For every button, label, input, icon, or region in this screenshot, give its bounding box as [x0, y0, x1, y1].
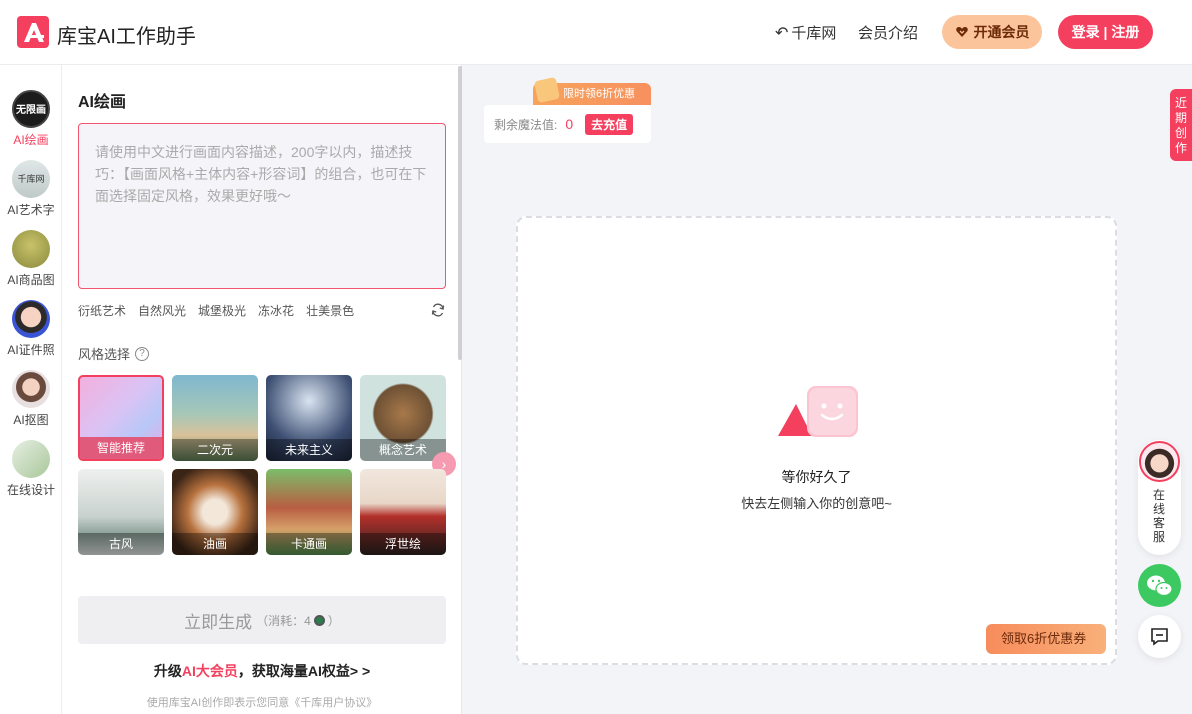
logo-icon[interactable] — [17, 16, 49, 48]
upgrade-post: ，获取海量AI权益> > — [237, 663, 371, 679]
upgrade-link[interactable]: 升级AI大会员，获取海量AI权益> > — [78, 661, 446, 681]
service-avatar — [1139, 441, 1180, 482]
prompt-tag[interactable]: 城堡极光 — [198, 302, 246, 319]
prompt-tag-list: 衍纸艺术 自然风光 城堡极光 冻冰花 壮美景色 — [78, 302, 354, 319]
prompt-tag[interactable]: 壮美景色 — [306, 302, 354, 319]
panel-scrollbar[interactable] — [458, 66, 462, 360]
generate-cost: （消耗：4 ） — [256, 612, 340, 629]
style-card-label: 油画 — [172, 533, 258, 555]
nav-qianku-link[interactable]: ↶ 千库网 — [775, 22, 836, 43]
app-title: 库宝AI工作助手 — [57, 26, 196, 48]
style-card-label: 二次元 — [172, 439, 258, 461]
nav-member-link[interactable]: 会员介绍 — [858, 22, 918, 43]
style-card-label: 古风 — [78, 533, 164, 555]
refresh-icon[interactable] — [430, 302, 446, 318]
style-card-label: 浮世绘 — [360, 533, 446, 555]
prompt-tag[interactable]: 冻冰花 — [258, 302, 294, 319]
ai-cutout-thumb — [12, 370, 50, 408]
coupon-button[interactable]: 领取6折优惠券 — [986, 624, 1106, 654]
cost-text: （消耗：4 — [256, 613, 311, 628]
ai-art-text-thumb: 千库网 — [12, 160, 50, 198]
sidebar-item-label: AI商品图 — [7, 273, 55, 287]
magic-value: 0 — [565, 116, 574, 132]
style-card-smart[interactable]: 智能推荐 — [78, 375, 164, 461]
agreement-text[interactable]: 使用库宝AI创作即表示您同意《千库用户协议》 — [78, 694, 446, 710]
wechat-icon[interactable] — [1138, 564, 1181, 607]
style-card-cartoon[interactable]: 卡通画 — [266, 469, 352, 555]
sidebar-item-ai-id-photo[interactable]: AI证件照 — [0, 300, 62, 358]
sidebar-item-ai-painting[interactable]: 无限画 AI绘画 — [0, 90, 62, 148]
style-card-oil-painting[interactable]: 油画 — [172, 469, 258, 555]
prompt-textarea[interactable]: 请使用中文进行画面内容描述，200字以内，描述技巧：【画面风格+主体内容+形容词… — [78, 123, 446, 289]
style-card-futurism[interactable]: 未来主义 — [266, 375, 352, 461]
ai-art-text-badge: 千库网 — [17, 174, 45, 184]
sidebar-item-ai-art-text[interactable]: 千库网 AI艺术字 — [0, 160, 62, 218]
style-card-ancient[interactable]: 古风 — [78, 469, 164, 555]
sidebar-item-ai-cutout[interactable]: AI抠图 — [0, 370, 62, 428]
style-card-label: 智能推荐 — [80, 437, 162, 459]
style-card-anime[interactable]: 二次元 — [172, 375, 258, 461]
upgrade-pre: 升级 — [153, 663, 182, 679]
ai-id-photo-thumb — [12, 300, 50, 338]
ai-painting-thumb: 无限画 — [12, 90, 50, 128]
panel-title: AI绘画 — [78, 94, 127, 111]
service-text: 在线客服 — [1152, 488, 1165, 544]
sidebar-item-label: AI绘画 — [13, 133, 49, 147]
empty-state-subtitle: 快去左侧输入你的创意吧~ — [741, 496, 892, 511]
feedback-chat-icon[interactable] — [1138, 615, 1181, 658]
top-header: 库宝AI工作助手 ↶ 千库网 会员介绍 开通会员 登录 | 注册 — [0, 0, 1192, 65]
open-vip-label: 开通会员 — [973, 24, 1030, 40]
style-card-concept-art[interactable]: 概念艺术 — [360, 375, 446, 461]
prompt-tag[interactable]: 自然风光 — [138, 302, 186, 319]
sidebar-item-label: AI艺术字 — [7, 203, 55, 217]
sidebar-item-label: 在线设计 — [6, 483, 55, 497]
back-arrow-icon: ↶ — [775, 24, 789, 42]
generate-button[interactable]: 立即生成 （消耗：4 ） — [78, 596, 446, 644]
generate-label: 立即生成 — [184, 612, 253, 632]
style-card-label: 未来主义 — [266, 439, 352, 461]
online-service-widget[interactable]: 在线客服 — [1138, 440, 1181, 555]
sidebar-item-ai-product[interactable]: AI商品图 — [0, 230, 62, 288]
magic-label: 剩余魔法值: — [494, 117, 558, 132]
smiley-box-icon — [778, 386, 860, 440]
gift-icon — [533, 76, 561, 104]
upgrade-highlight: AI大会员 — [181, 663, 238, 679]
online-design-thumb — [12, 440, 50, 478]
style-card-ukiyoe[interactable]: 浮世绘 — [360, 469, 446, 555]
open-vip-button[interactable]: 开通会员 — [942, 15, 1042, 49]
style-card-label: 卡通画 — [266, 533, 352, 555]
login-register-button[interactable]: 登录 | 注册 — [1058, 15, 1153, 49]
prompt-tag[interactable]: 衍纸艺术 — [78, 302, 126, 319]
style-select-label: 风格选择 ? — [78, 344, 150, 363]
heart-diamond-icon — [955, 25, 969, 39]
help-icon[interactable]: ? — [135, 346, 150, 361]
nav-qianku-label: 千库网 — [791, 25, 837, 42]
sidebar-item-label: AI抠图 — [13, 413, 49, 427]
cost-close: ） — [327, 613, 340, 628]
magic-balance-box: 剩余魔法值: 0 去充值 — [484, 105, 651, 143]
ai-painting-badge: 无限画 — [16, 105, 46, 116]
sidebar-item-online-design[interactable]: 在线设计 — [0, 440, 62, 498]
sidebar-item-label: AI证件照 — [7, 343, 55, 357]
ai-product-thumb — [12, 230, 50, 268]
recharge-button[interactable]: 去充值 — [585, 113, 634, 135]
coin-icon — [313, 614, 325, 626]
result-canvas — [516, 216, 1117, 665]
empty-state-title: 等你好久了 — [781, 469, 852, 485]
style-select-text: 风格选择 — [78, 347, 131, 362]
recent-creations-tab[interactable]: 近期创作 — [1170, 89, 1192, 161]
